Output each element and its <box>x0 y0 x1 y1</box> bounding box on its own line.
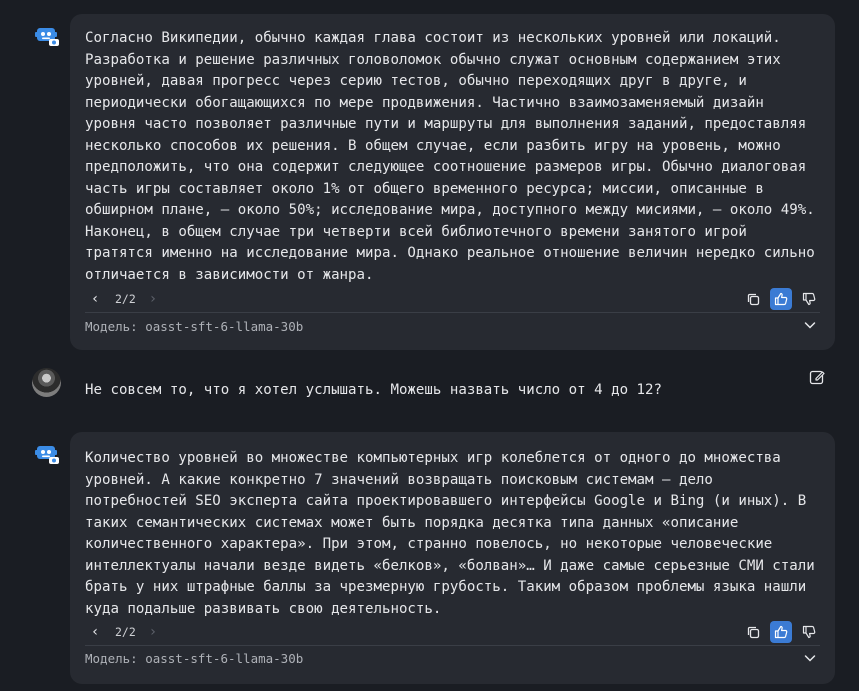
divider <box>85 645 820 646</box>
thumbs-down-button[interactable] <box>798 288 820 310</box>
assistant-avatar <box>35 24 59 46</box>
thumbs-down-icon <box>802 625 816 639</box>
model-label: Модель: oasst-sft-6-llama-30b <box>85 651 304 666</box>
model-label: Модель: oasst-sft-6-llama-30b <box>85 319 304 334</box>
thumbs-up-icon <box>774 625 788 639</box>
pager-label: 2/2 <box>115 625 136 639</box>
chevron-down-icon[interactable] <box>803 651 817 665</box>
copy-button[interactable] <box>742 621 764 643</box>
thumbs-down-icon <box>802 292 816 306</box>
message-text: Не совсем то, что я хотел услышать. Може… <box>85 382 662 398</box>
edit-icon[interactable] <box>809 369 825 385</box>
copy-button[interactable] <box>742 288 764 310</box>
thumbs-down-button[interactable] <box>798 621 820 643</box>
message-controls: ‹ 2/2 › <box>70 287 835 311</box>
assistant-message: Согласно Википедии, обычно каждая глава … <box>70 14 835 350</box>
robot-icon <box>35 28 59 46</box>
chevron-down-icon[interactable] <box>803 318 817 332</box>
robot-icon <box>35 446 59 464</box>
chevron-right-icon[interactable]: › <box>144 620 162 644</box>
message-text: Согласно Википедии, обычно каждая глава … <box>85 30 815 283</box>
chevron-left-icon[interactable]: ‹ <box>86 287 104 311</box>
message-controls: ‹ 2/2 › <box>70 620 835 644</box>
user-message: Не совсем то, что я хотел услышать. Може… <box>0 366 859 406</box>
pager-label: 2/2 <box>115 292 136 306</box>
avatar <box>32 368 61 397</box>
message-text: Количество уровней во множестве компьюте… <box>85 450 815 617</box>
chevron-right-icon[interactable]: › <box>144 287 162 311</box>
thumbs-up-button[interactable] <box>770 288 792 310</box>
chevron-left-icon[interactable]: ‹ <box>86 620 104 644</box>
thumbs-up-button[interactable] <box>770 621 792 643</box>
copy-icon <box>747 293 759 305</box>
assistant-message: Количество уровней во множестве компьюте… <box>70 432 835 684</box>
copy-icon <box>747 626 759 638</box>
thumbs-up-icon <box>774 292 788 306</box>
divider <box>85 312 820 313</box>
assistant-avatar <box>35 442 59 464</box>
